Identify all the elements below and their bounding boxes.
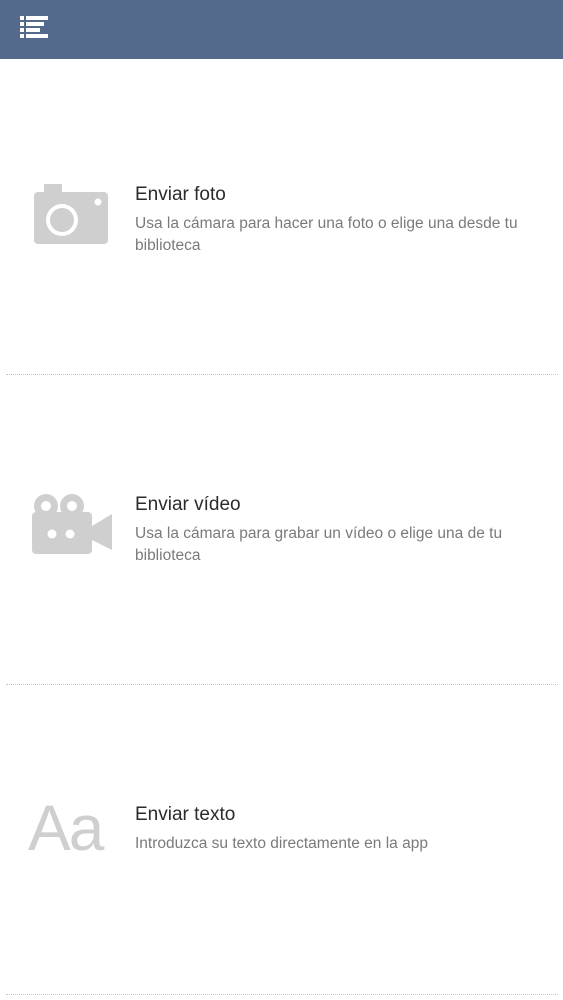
send-video-description: Usa la cámara para grabar un vídeo o eli… <box>135 525 503 564</box>
send-video-title: Enviar vídeo <box>135 494 241 515</box>
camera-icon <box>34 184 108 244</box>
send-text-description: Introduzca su texto directamente en la a… <box>135 835 428 852</box>
top-bar <box>0 0 563 59</box>
send-text-title: Enviar texto <box>135 804 236 825</box>
send-photo-option[interactable]: Enviar foto Usa la cámara para hacer una… <box>0 64 563 374</box>
send-photo-title: Enviar foto <box>135 184 226 205</box>
send-video-option[interactable]: Enviar vídeo Usa la cámara para grabar u… <box>0 374 563 684</box>
send-photo-description: Usa la cámara para hacer una foto o elig… <box>135 215 518 254</box>
video-camera-icon <box>32 494 112 554</box>
divider <box>6 994 558 995</box>
text-icon: Aa <box>28 792 104 864</box>
menu-button[interactable] <box>14 10 54 50</box>
list-menu-icon <box>20 16 48 38</box>
